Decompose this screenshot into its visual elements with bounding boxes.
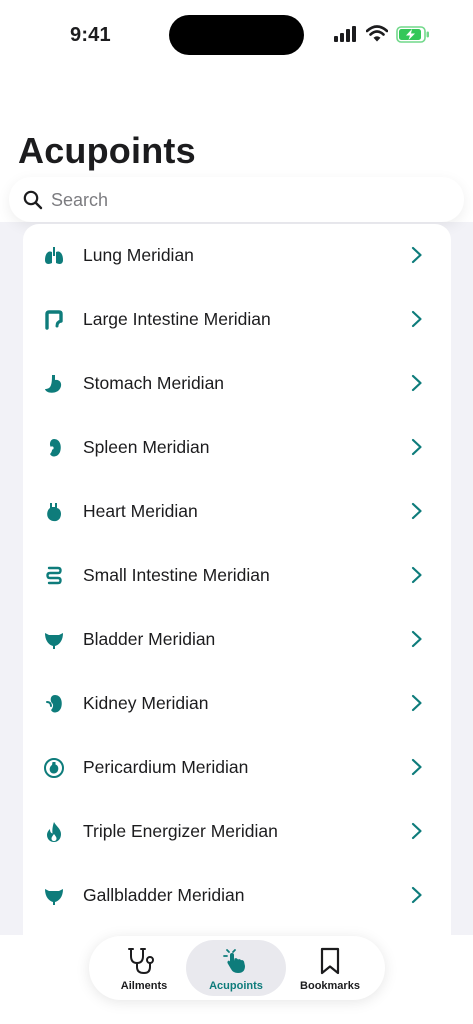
tab-label: Bookmarks [300, 980, 360, 992]
stomach-icon [45, 375, 62, 393]
small-intestine-icon [46, 566, 62, 585]
chevron-right-icon [411, 310, 422, 328]
pericardium-icon [44, 758, 64, 778]
list-item-label: Triple Energizer Meridian [83, 821, 278, 841]
list-item-spleen-meridian[interactable]: Spleen Meridian [23, 416, 451, 480]
list-item-triple-energizer-meridian[interactable]: Triple Energizer Meridian [23, 800, 451, 864]
list-item-label: Stomach Meridian [83, 373, 225, 393]
stethoscope-icon [128, 948, 154, 975]
list-item-label: Small Intestine Meridian [83, 565, 270, 585]
chevron-right-icon [411, 374, 422, 392]
pointing-hand-icon [223, 949, 245, 973]
list-item-small-intestine-meridian[interactable]: Small Intestine Meridian [23, 544, 451, 608]
list-item-label: Lung Meridian [83, 245, 194, 265]
list-item-label: Spleen Meridian [83, 437, 210, 457]
large-intestine-icon [45, 310, 63, 330]
dynamic-island [169, 15, 304, 55]
list-item-bladder-meridian[interactable]: Bladder Meridian [23, 608, 451, 672]
tab-bookmarks[interactable]: Bookmarks [280, 940, 380, 996]
list-item-label: Large Intestine Meridian [83, 309, 271, 329]
tab-label: Acupoints [209, 980, 263, 992]
meridian-list: Lung Meridian Large Intestine Meridian S… [23, 224, 451, 944]
list-item-label: Bladder Meridian [83, 629, 216, 649]
spleen-icon [50, 439, 61, 457]
chevron-right-icon [411, 694, 422, 712]
gallbladder-icon [45, 889, 63, 905]
bookmark-icon [320, 947, 340, 975]
list-item-label: Pericardium Meridian [83, 757, 249, 777]
cellular-signal-icon [334, 26, 356, 42]
chevron-right-icon [411, 630, 422, 648]
list-item-label: Gallbladder Meridian [83, 885, 245, 905]
battery-charging-icon [396, 26, 429, 43]
chevron-right-icon [411, 886, 422, 904]
search-input[interactable] [51, 186, 451, 214]
chevron-right-icon [411, 502, 422, 520]
heart-organ-icon [47, 503, 61, 522]
lungs-icon [45, 247, 63, 264]
bladder-icon [45, 633, 63, 649]
chevron-right-icon [411, 246, 422, 264]
list-item-pericardium-meridian[interactable]: Pericardium Meridian [23, 736, 451, 800]
list-item-heart-meridian[interactable]: Heart Meridian [23, 480, 451, 544]
chevron-right-icon [411, 566, 422, 584]
list-item-kidney-meridian[interactable]: Kidney Meridian [23, 672, 451, 736]
list-item-lung-meridian[interactable]: Lung Meridian [23, 224, 451, 288]
search-bar[interactable] [9, 177, 464, 222]
list-item-gallbladder-meridian[interactable]: Gallbladder Meridian [23, 864, 451, 928]
tab-bar: Ailments Acupoints Bookmarks [89, 936, 385, 1000]
list-item-large-intestine-meridian[interactable]: Large Intestine Meridian [23, 288, 451, 352]
kidney-icon [46, 695, 62, 713]
status-time: 9:41 [70, 24, 111, 46]
list-item-stomach-meridian[interactable]: Stomach Meridian [23, 352, 451, 416]
wifi-icon [366, 25, 388, 42]
list-item-label: Heart Meridian [83, 501, 198, 521]
tab-ailments[interactable]: Ailments [94, 940, 194, 996]
list-item-label: Kidney Meridian [83, 693, 209, 713]
chevron-right-icon [411, 758, 422, 776]
tab-label: Ailments [120, 980, 168, 992]
search-icon [23, 190, 43, 210]
status-bar: 9:41 [0, 0, 473, 64]
tab-acupoints[interactable]: Acupoints [186, 940, 286, 996]
page-title: Acupoints [18, 130, 196, 171]
chevron-right-icon [411, 822, 422, 840]
chevron-right-icon [411, 438, 422, 456]
flame-icon [47, 822, 61, 842]
